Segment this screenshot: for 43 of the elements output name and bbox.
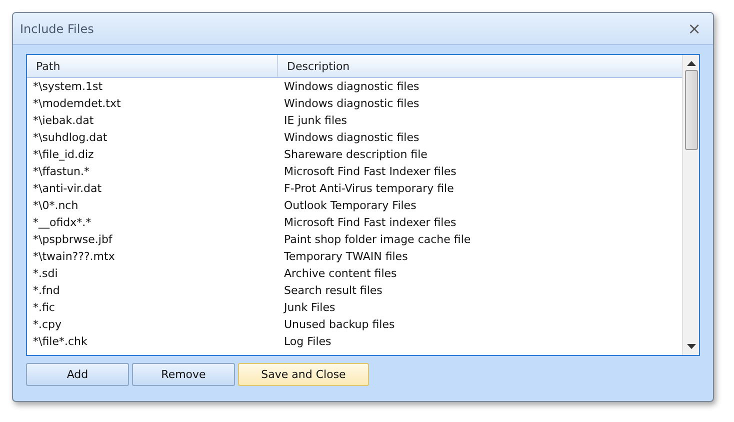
table-cell-text: Windows diagnostic files [283,79,420,95]
table-cell-text: Windows diagnostic files [283,130,420,146]
table-cell-text: *\file_id.diz [32,147,95,163]
table-cell-text: Temporary TWAIN files [283,249,409,265]
column-header[interactable]: Description [278,55,682,77]
dialog-button[interactable]: Remove [132,363,235,386]
table-cell-text: *\system.1st [32,79,104,95]
table-cell-text: *\twain???.mtx [32,249,116,265]
table-cell-text: *.fnd [32,283,61,299]
table-cell-text: *\modemdet.txt [32,96,122,112]
table-cell-text: IE junk files [283,113,348,129]
table-cell-text: *\0*.nch [32,198,80,214]
table-cell-text: Search result files [283,283,384,299]
scrollbar[interactable] [682,55,699,355]
table-cell-text: Windows diagnostic files [283,96,420,112]
table-cell-text: *\anti-vir.dat [32,181,103,197]
table-cell-text: *\pspbrwse.jbf [32,232,114,248]
dialog-button[interactable]: Add [26,363,129,386]
table-cell-text: Microsoft Find Fast indexer files [283,215,458,231]
table-cell-text: Log Files [283,334,332,350]
dialog-button[interactable]: Save and Close [238,363,369,386]
table-cell-text: *\ffastun.* [32,164,91,180]
close-button[interactable]: × [684,20,705,36]
table-cell-text: Archive content files [283,266,398,282]
table-cell-text: *.fic [32,300,56,316]
table-cell-text: Unused backup files [283,317,396,333]
table-cell-text: Junk Files [282,300,336,316]
table-cell-text: F-Prot Anti-Virus temporary file [283,181,455,197]
table-cell-text: *__ofidx*.* [32,215,92,231]
table-cell-text: Shareware description file [283,147,428,163]
scroll-up-icon[interactable] [686,61,696,66]
table-cell-text: *.cpy [32,317,63,333]
table-cell-text: Paint shop folder image cache file [283,232,472,248]
table-cell-text: *\file*.chk [32,334,88,350]
table-cell-text: Microsoft Find Fast Indexer files [283,164,458,180]
column-header[interactable]: Path [27,55,278,77]
scroll-thumb[interactable] [684,70,698,150]
table-cell-text: *.sdi [32,266,59,282]
table-cell-text: Outlook Temporary Files [283,198,418,214]
table-cell-text: *\suhdlog.dat [32,130,108,146]
scroll-down-icon[interactable] [686,344,696,349]
table-cell-text: *\iebak.dat [32,113,95,129]
window-title: Include Files [20,22,94,36]
